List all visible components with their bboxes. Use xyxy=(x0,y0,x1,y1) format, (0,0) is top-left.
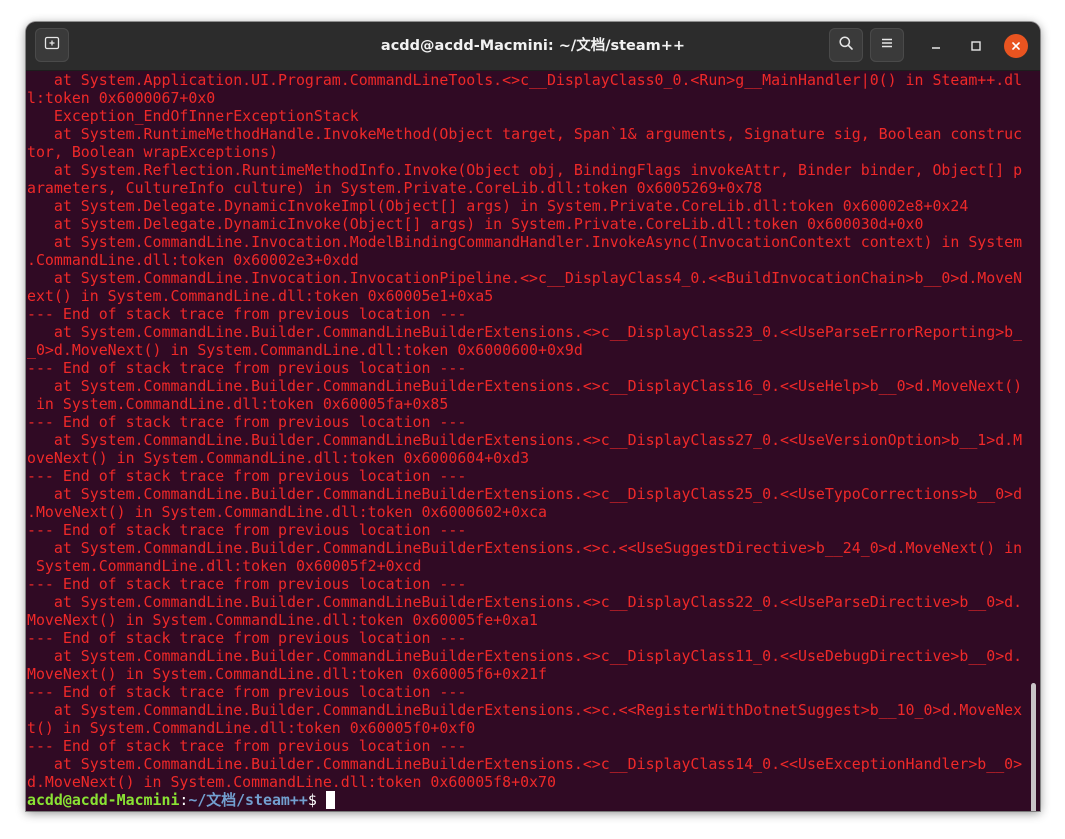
text-cursor xyxy=(325,791,335,809)
terminal-line: at System.CommandLine.Builder.CommandLin… xyxy=(27,323,1023,341)
terminal-line: d.MoveNext() in System.CommandLine.dll:t… xyxy=(27,773,556,791)
terminal-line: arameters, CultureInfo culture) in Syste… xyxy=(27,179,763,197)
search-button[interactable] xyxy=(829,28,863,62)
terminal-output[interactable]: at System.Application.UI.Program.Command… xyxy=(26,71,1040,811)
close-button[interactable] xyxy=(1004,34,1028,58)
terminal-line: _0>d.MoveNext() in System.CommandLine.dl… xyxy=(27,341,583,359)
prompt-user-host: acdd@acdd-Macmini xyxy=(27,791,180,809)
terminal-line: System.CommandLine.dll:token 0x60005f2+0… xyxy=(27,557,422,575)
terminal-line: at System.CommandLine.Builder.CommandLin… xyxy=(27,377,1023,395)
terminal-line: at System.Delegate.DynamicInvoke(Object[… xyxy=(27,215,924,233)
terminal-line: --- End of stack trace from previous loc… xyxy=(27,521,467,539)
terminal-line: at System.CommandLine.Builder.CommandLin… xyxy=(27,539,1023,557)
terminal-line: at System.CommandLine.Builder.CommandLin… xyxy=(27,755,1023,773)
terminal-line: at System.Application.UI.Program.Command… xyxy=(27,71,1023,89)
terminal-line: --- End of stack trace from previous loc… xyxy=(27,359,467,377)
minimize-icon xyxy=(930,37,942,56)
terminal-line: at System.CommandLine.Builder.CommandLin… xyxy=(27,701,1023,719)
terminal-line: at System.CommandLine.Invocation.Invocat… xyxy=(27,269,1023,287)
terminal-line: MoveNext() in System.CommandLine.dll:tok… xyxy=(27,665,547,683)
maximize-icon xyxy=(970,37,982,56)
terminal-line: --- End of stack trace from previous loc… xyxy=(27,467,467,485)
terminal-line: --- End of stack trace from previous loc… xyxy=(27,683,467,701)
terminal-lines: at System.Application.UI.Program.Command… xyxy=(27,71,1040,791)
terminal-line: l:token 0x6000067+0x0 xyxy=(27,89,216,107)
terminal-line: --- End of stack trace from previous loc… xyxy=(27,575,467,593)
terminal-line: tor, Boolean wrapExceptions) xyxy=(27,143,279,161)
terminal-line: oveNext() in System.CommandLine.dll:toke… xyxy=(27,449,530,467)
terminal-line: --- End of stack trace from previous loc… xyxy=(27,305,467,323)
terminal-line: in System.CommandLine.dll:token 0x60005f… xyxy=(27,395,449,413)
maximize-button[interactable] xyxy=(964,34,988,58)
terminal-line: at System.Delegate.DynamicInvokeImpl(Obj… xyxy=(27,197,969,215)
minimize-button[interactable] xyxy=(924,34,948,58)
terminal-line: --- End of stack trace from previous loc… xyxy=(27,629,467,647)
menu-button[interactable] xyxy=(870,28,904,62)
terminal-line: --- End of stack trace from previous loc… xyxy=(27,413,467,431)
search-icon xyxy=(838,35,854,55)
terminal-line: ext() in System.CommandLine.dll:token 0x… xyxy=(27,287,494,305)
prompt-line[interactable]: acdd@acdd-Macmini:~/文档/steam++$ xyxy=(27,791,1040,809)
terminal-line: at System.CommandLine.Builder.CommandLin… xyxy=(27,431,1023,449)
terminal-line: MoveNext() in System.CommandLine.dll:tok… xyxy=(27,611,539,629)
terminal-line: .MoveNext() in System.CommandLine.dll:to… xyxy=(27,503,547,521)
terminal-line: at System.CommandLine.Builder.CommandLin… xyxy=(27,485,1023,503)
terminal-line: t() in System.CommandLine.dll:token 0x60… xyxy=(27,719,476,737)
terminal-line: at System.RuntimeMethodHandle.InvokeMeth… xyxy=(27,125,1023,143)
title-bar[interactable]: acdd@acdd-Macmini: ~/文档/steam++ xyxy=(26,22,1040,71)
terminal-line: at System.CommandLine.Invocation.ModelBi… xyxy=(27,233,1023,251)
scrollbar-thumb[interactable] xyxy=(1031,683,1036,811)
hamburger-menu-icon xyxy=(879,35,895,55)
terminal-line: Exception_EndOfInnerExceptionStack xyxy=(27,107,359,125)
terminal-window: acdd@acdd-Macmini: ~/文档/steam++ at Syste… xyxy=(26,22,1040,811)
terminal-line: --- End of stack trace from previous loc… xyxy=(27,737,467,755)
terminal-line: at System.Reflection.RuntimeMethodInfo.I… xyxy=(27,161,1023,179)
terminal-line: at System.CommandLine.Builder.CommandLin… xyxy=(27,647,1023,665)
prompt-path: ~/文档/steam++ xyxy=(188,791,308,809)
terminal-line: at System.CommandLine.Builder.CommandLin… xyxy=(27,593,1023,611)
terminal-line: .CommandLine.dll:token 0x60002e3+0xdd xyxy=(27,251,359,269)
close-icon xyxy=(1010,37,1022,56)
prompt-symbol: $ xyxy=(307,791,326,809)
